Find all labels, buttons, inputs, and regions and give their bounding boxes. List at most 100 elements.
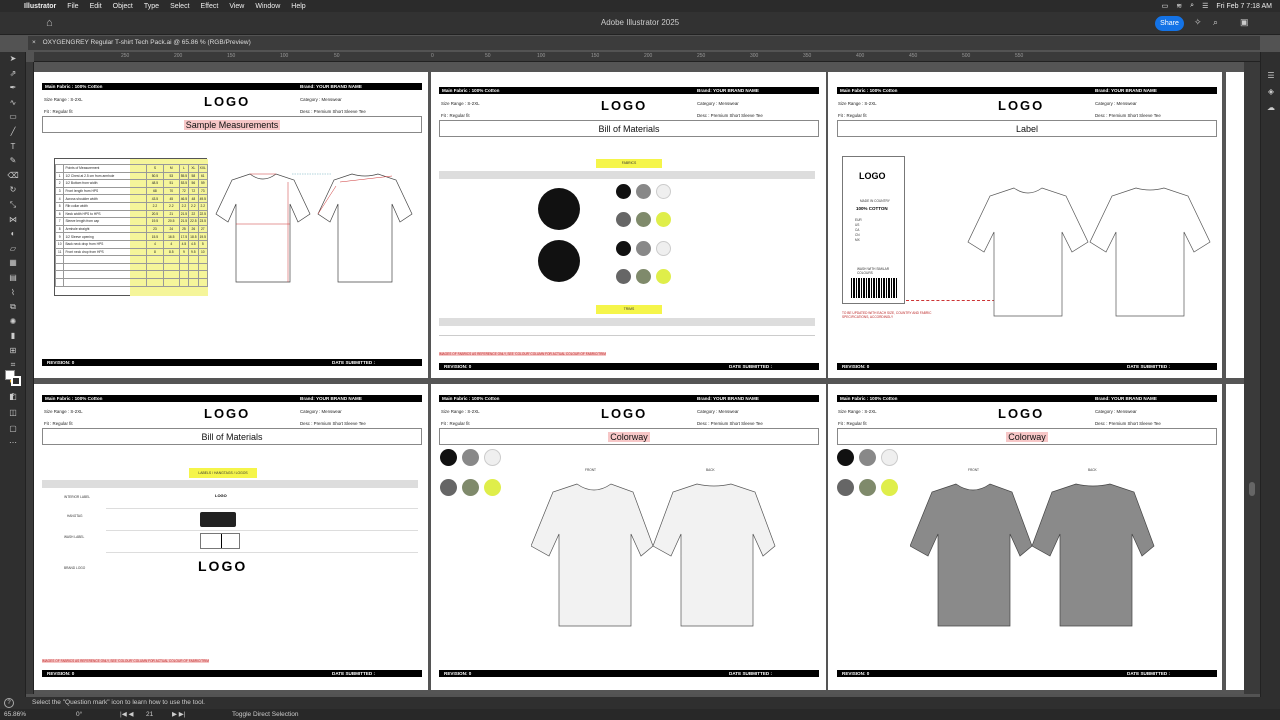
menu-view[interactable]: View — [229, 3, 244, 10]
row-wash-label: WASH LABEL — [64, 535, 85, 539]
battery-icon[interactable]: ▭ — [1162, 2, 1169, 10]
vertical-ruler — [26, 62, 34, 694]
fit-text: Fit : Regular fit — [44, 421, 73, 426]
table-row: 6 Neck width HPS to HPS 20.5 21 21.5 22 22.5 — [54, 209, 209, 219]
rotate-tool-icon[interactable]: ↻ — [0, 183, 26, 198]
logo-text: LOGO — [998, 98, 1045, 113]
properties-icon[interactable]: ☰ — [1261, 68, 1280, 84]
menu-edit[interactable]: Edit — [90, 3, 102, 10]
menu-file[interactable]: File — [67, 3, 78, 10]
artboard-colorway-white[interactable]: Main Fabric : 100% Cotton Brand: YOUR BR… — [431, 384, 826, 690]
type-tool-icon[interactable]: T — [0, 140, 26, 155]
artboard-tool-icon[interactable]: ⊞ — [0, 344, 26, 359]
screen-mode-icon[interactable]: ▢ — [0, 422, 26, 437]
ruler-tick: 250 — [121, 53, 130, 59]
search-icon[interactable]: ⌕ — [1213, 17, 1218, 28]
menu-app[interactable]: Illustrator — [24, 3, 56, 10]
wifi-icon[interactable]: ≋ — [1176, 2, 1182, 10]
artboard-sample-measurements[interactable]: Main Fabric : 100% Cotton Brand: YOUR BR… — [34, 72, 428, 378]
menu-object[interactable]: Object — [113, 3, 133, 10]
brand-logo-image: LOGO — [198, 558, 248, 574]
zoom-level[interactable]: 65.86% — [4, 709, 26, 720]
menu-effect[interactable]: Effect — [201, 3, 219, 10]
pen-tool-icon[interactable]: ✒ — [0, 81, 26, 96]
libraries-icon[interactable]: ☁ — [1261, 100, 1280, 116]
symbol-sprayer-tool-icon[interactable]: ✺ — [0, 315, 26, 330]
tshirt-measure-sketch — [215, 173, 413, 283]
desc-text: Desc : Premium Short Sleeve Tee — [1095, 113, 1161, 118]
mesh-tool-icon[interactable]: ▦ — [0, 256, 26, 271]
line-tool-icon[interactable]: ╱ — [0, 125, 26, 140]
shape-builder-tool-icon[interactable]: ◐ — [0, 227, 26, 242]
control-center-icon[interactable]: ☰ — [1202, 2, 1208, 10]
menu-type[interactable]: Type — [144, 3, 159, 10]
blend-tool-icon[interactable]: ⧉ — [0, 300, 26, 315]
footer-bar: REVISION: 0 DATE SUBMITTED : — [439, 363, 819, 370]
menu-help[interactable]: Help — [291, 3, 305, 10]
document-tab[interactable]: × OXYGENGREY Regular T-shirt Tech Pack.a… — [28, 36, 1260, 50]
menu-window[interactable]: Window — [255, 3, 280, 10]
canvas[interactable]: Main Fabric : 100% Cotton Brand: YOUR BR… — [34, 62, 1244, 694]
artboard-number[interactable]: 21 — [146, 709, 153, 720]
table-row: 9 1/2 Sleeve opening 15.5 16.5 17.5 18.5 19.5 — [54, 232, 209, 241]
workspace-icon[interactable]: ▣ — [1240, 17, 1249, 28]
back-label: BACK — [706, 468, 715, 472]
draw-mode-icon[interactable]: ◫ — [0, 406, 26, 421]
direct-selection-tool-icon[interactable]: ⇗ — [0, 67, 26, 82]
curvature-tool-icon[interactable]: ∿ — [0, 96, 26, 111]
spotlight-icon[interactable]: ⌕ — [1190, 2, 1194, 10]
lightbulb-icon[interactable]: ✧ — [1194, 17, 1202, 28]
artboard-label[interactable]: Main Fabric : 100% Cotton Brand: YOUR BR… — [828, 72, 1222, 378]
ruler-tick: 450 — [909, 53, 918, 59]
selection-tool-icon[interactable]: ➤ — [0, 52, 26, 67]
table-row — [54, 255, 209, 264]
app-titlebar: ⌂ Adobe Illustrator 2025 Share ✧ ⌕ ▣ — [0, 12, 1280, 35]
menu-select[interactable]: Select — [170, 3, 189, 10]
status-bar: ? Select the "Question mark" icon to lea… — [0, 697, 1280, 709]
rotate-view[interactable]: 0° — [76, 709, 82, 720]
header-bar: Main Fabric : 100% Cotton Brand: YOUR BR… — [837, 87, 1217, 94]
perspective-tool-icon[interactable]: ▱ — [0, 242, 26, 257]
eraser-tool-icon[interactable]: ⌫ — [0, 169, 26, 184]
artboard-nav-prev[interactable]: |◀ ◀ — [120, 709, 134, 720]
table-row: 10 Back neck drop from HPS 4 4 4.5 4.5 5 — [54, 239, 209, 249]
share-button[interactable]: Share — [1155, 16, 1184, 31]
scrollbar-thumb[interactable] — [1249, 482, 1255, 496]
graph-tool-icon[interactable]: ▮ — [0, 329, 26, 344]
close-tab-icon[interactable]: × — [32, 39, 36, 46]
ruler-tick: 200 — [644, 53, 653, 59]
scale-tool-icon[interactable]: ⤡ — [0, 198, 26, 213]
rectangle-tool-icon[interactable]: ▭ — [0, 110, 26, 125]
hangtag-image — [200, 512, 236, 527]
width-tool-icon[interactable]: ⋈ — [0, 213, 26, 228]
artboard-colorway-grey[interactable]: Main Fabric : 100% Cotton Brand: YOUR BR… — [828, 384, 1222, 690]
gradient-tool-icon[interactable]: ▤ — [0, 271, 26, 286]
artboard-partial[interactable] — [1226, 384, 1244, 690]
artboard-bom-labels[interactable]: Main Fabric : 100% Cotton Brand: YOUR BR… — [34, 384, 428, 690]
artboard-partial[interactable] — [1226, 72, 1244, 378]
ruler-tick: 150 — [227, 53, 236, 59]
brand-text: Brand: YOUR BRAND NAME — [300, 84, 362, 89]
question-mark-icon[interactable]: ? — [4, 698, 14, 708]
size-range-text: Size Range : S-2XL — [441, 409, 480, 414]
color-mode-icon[interactable]: ◧ — [0, 390, 26, 405]
more-tools-icon[interactable]: ⋯ — [0, 436, 26, 451]
category-text: Category : Menswear — [1095, 101, 1137, 106]
ruler-tick: 300 — [750, 53, 759, 59]
layers-icon[interactable]: ◈ — [1261, 84, 1280, 100]
vertical-scrollbar[interactable] — [1244, 62, 1260, 694]
clock[interactable]: Fri Feb 7 7:18 AM — [1216, 3, 1272, 10]
paintbrush-tool-icon[interactable]: ✎ — [0, 154, 26, 169]
eyedropper-tool-icon[interactable]: ⌇ — [0, 286, 26, 301]
bottom-bar: 65.86% 0° |◀ ◀ 21 ▶ ▶| Toggle Direct Sel… — [0, 709, 1280, 720]
tshirt-outline-sketch — [967, 187, 1211, 317]
footer-bar: REVISION: 0 DATE SUBMITTED : — [42, 670, 422, 677]
front-label: FRONT — [968, 468, 979, 472]
logo-text: LOGO — [204, 94, 251, 109]
footer-bar: REVISION: 0 DATE SUBMITTED : — [42, 359, 422, 366]
header-bar: Main Fabric : 100% Cotton Brand: YOUR BR… — [42, 395, 422, 402]
stroke-color-swatch[interactable] — [11, 376, 21, 386]
category-text: Category : Menswear — [697, 101, 739, 106]
artboard-nav-next[interactable]: ▶ ▶| — [172, 709, 186, 720]
artboard-bom-fabrics[interactable]: Main Fabric : 100% Cotton Brand: YOUR BR… — [431, 72, 826, 378]
